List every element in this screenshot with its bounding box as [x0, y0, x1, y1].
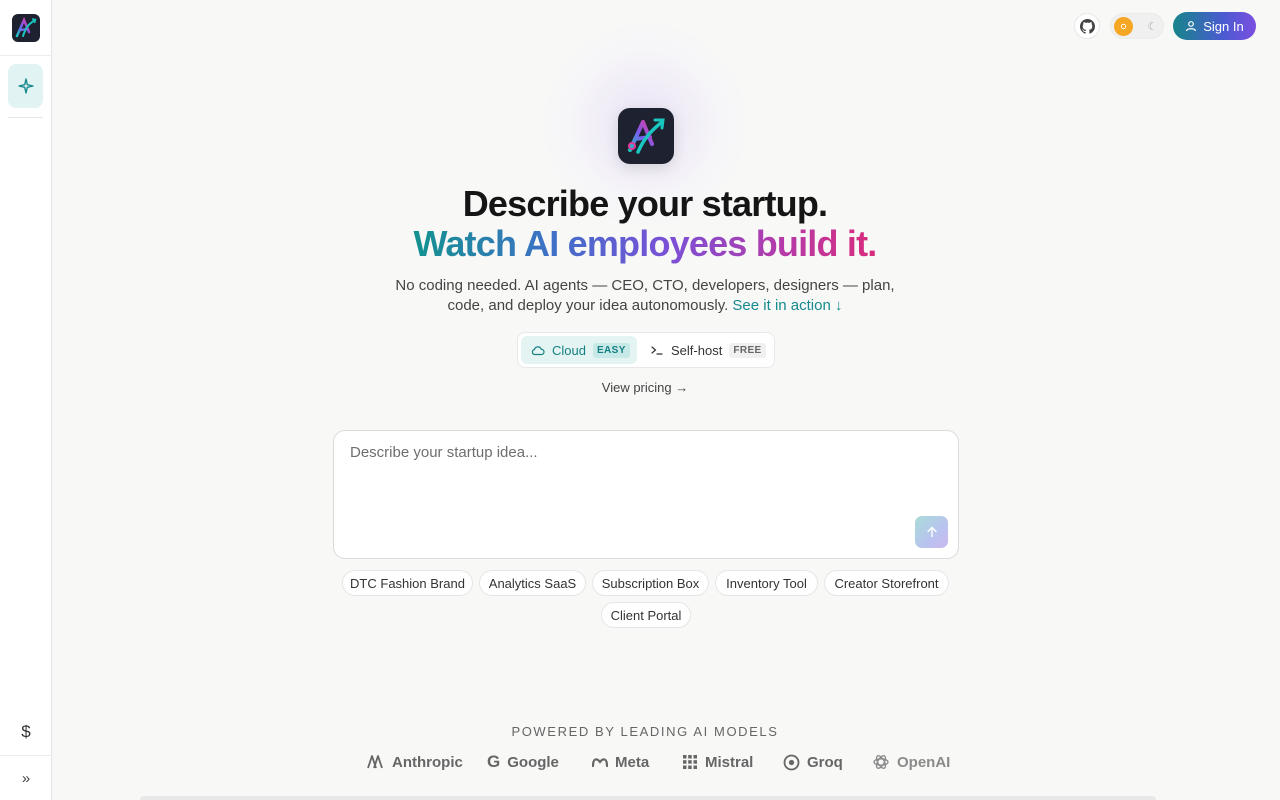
sign-in-button[interactable]: Sign In	[1173, 12, 1256, 40]
view-pricing-link[interactable]: View pricing →	[0, 380, 1280, 395]
mode-selfhost-label: Self-host	[671, 342, 723, 358]
github-button[interactable]	[1074, 13, 1100, 39]
sign-in-label: Sign In	[1203, 18, 1244, 34]
sidebar-divider	[0, 55, 51, 56]
model-name: Google	[507, 753, 559, 771]
sparkle-icon	[17, 78, 34, 94]
theme-toggle[interactable]: ☾	[1110, 13, 1164, 39]
prompt-box	[333, 430, 959, 559]
sidebar-divider	[0, 755, 51, 756]
model-anthropic: Anthropic	[367, 751, 463, 773]
deployment-mode-switch: Cloud EASY Self-host FREE	[517, 332, 775, 368]
terminal-icon	[651, 346, 663, 355]
sidebar: $ »	[0, 0, 52, 800]
powered-by-heading: POWERED BY LEADING AI MODELS	[511, 724, 779, 739]
app-logo[interactable]	[12, 14, 40, 42]
mistral-icon	[683, 755, 697, 769]
free-badge: FREE	[729, 342, 766, 358]
model-groq: Groq	[783, 751, 843, 773]
model-google: G Google	[487, 751, 559, 773]
arrow-up-icon	[926, 526, 937, 538]
google-icon: G	[487, 752, 501, 771]
below-fold-section	[140, 796, 1156, 800]
model-mistral: Mistral	[682, 751, 753, 773]
suggestion-chip[interactable]: DTC Fashion Brand	[342, 570, 473, 596]
mode-cloud-tab[interactable]: Cloud EASY	[521, 336, 637, 364]
model-name: Mistral	[705, 753, 754, 771]
hero-subtitle: No coding needed. AI agents — CEO, CTO, …	[390, 276, 900, 316]
model-name: Anthropic	[392, 753, 463, 771]
suggestion-chip[interactable]: Subscription Box	[592, 570, 709, 596]
moon-icon[interactable]: ☾	[1143, 17, 1162, 36]
see-it-in-action-link[interactable]: See it in action ↓	[732, 297, 842, 314]
easy-badge: EASY	[592, 342, 630, 358]
expand-sidebar-button[interactable]: »	[14, 766, 38, 790]
mode-selfhost-tab[interactable]: Self-host FREE	[646, 336, 772, 364]
suggestion-chip[interactable]: Inventory Tool	[715, 570, 818, 596]
hero-logo	[618, 108, 674, 164]
model-name: OpenAI	[897, 753, 951, 771]
hero-title-gradient: Watch AI employees build it.	[0, 223, 1280, 265]
anthropic-icon	[367, 755, 383, 769]
send-button[interactable]	[915, 516, 948, 548]
suggestion-chip[interactable]: Client Portal	[601, 602, 691, 628]
model-name: Groq	[807, 753, 843, 771]
model-openai: OpenAI	[872, 751, 950, 773]
hero-title: Describe your startup.	[462, 183, 828, 224]
model-meta: Meta	[592, 751, 649, 773]
model-name: Meta	[615, 753, 650, 771]
user-icon	[1186, 21, 1197, 32]
meta-icon	[592, 758, 608, 768]
new-chat-button[interactable]	[8, 64, 43, 108]
groq-icon	[783, 754, 800, 770]
sun-icon[interactable]	[1114, 17, 1133, 36]
cloud-icon	[531, 346, 545, 356]
sidebar-divider	[8, 117, 43, 118]
suggestion-chip[interactable]: Analytics SaaS	[479, 570, 586, 596]
mode-cloud-label: Cloud	[552, 342, 586, 358]
suggestion-chip[interactable]: Creator Storefront	[824, 570, 949, 596]
hero-title-line2: Watch AI employees build it.	[413, 223, 877, 264]
openai-icon	[873, 755, 889, 769]
github-icon	[1079, 18, 1095, 34]
startup-idea-input[interactable]	[350, 444, 910, 504]
chevrons-right-icon: »	[21, 769, 31, 787]
